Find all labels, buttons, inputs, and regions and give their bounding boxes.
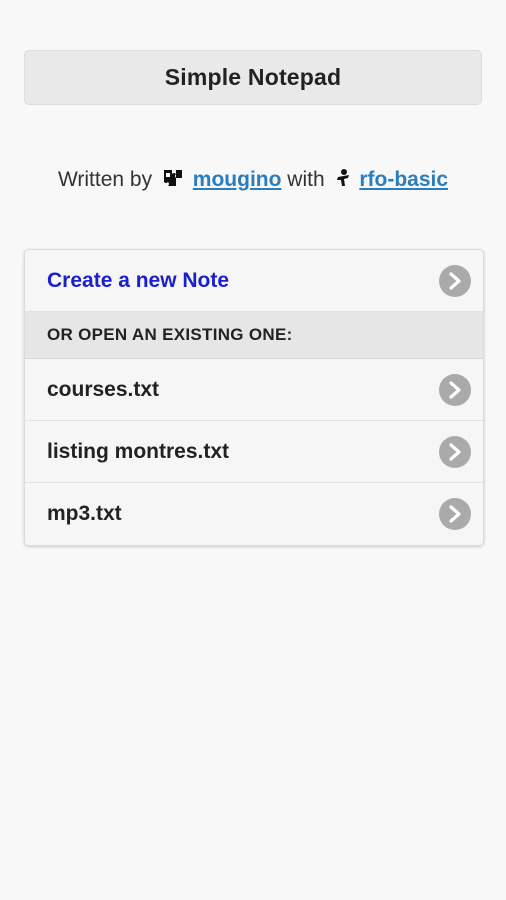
- chevron-right-icon: [439, 498, 471, 530]
- figure-icon: [335, 167, 351, 197]
- credits-middle: with: [287, 168, 325, 191]
- notes-list: Create a new Note OR OPEN AN EXISTING ON…: [24, 249, 484, 546]
- section-header-label: OR OPEN AN EXISTING ONE:: [47, 325, 293, 344]
- section-header: OR OPEN AN EXISTING ONE:: [25, 312, 483, 359]
- credits-prefix: Written by: [57, 168, 153, 191]
- page-title: Simple Notepad: [164, 64, 342, 90]
- chevron-right-icon: [439, 264, 471, 297]
- file-name: listing montres.txt: [47, 439, 230, 463]
- create-note-label: Create a new Note: [47, 268, 230, 292]
- chevron-right-icon: [439, 435, 471, 468]
- puzzle-icon: [162, 167, 184, 197]
- tool-link[interactable]: rfo-basic: [359, 168, 448, 191]
- create-note-item[interactable]: Create a new Note: [25, 250, 483, 312]
- author-link[interactable]: mougino: [193, 168, 282, 191]
- title-bar: Simple Notepad: [24, 50, 482, 105]
- file-item-mp3[interactable]: mp3.txt: [25, 483, 483, 545]
- file-name: courses.txt: [47, 377, 160, 401]
- chevron-right-icon: [439, 373, 471, 406]
- file-name: mp3.txt: [47, 502, 122, 525]
- file-item-courses[interactable]: courses.txt: [25, 359, 483, 421]
- file-item-listing-montres[interactable]: listing montres.txt: [25, 421, 483, 483]
- credits-line: Written by mougino with rfo-basic: [0, 165, 506, 197]
